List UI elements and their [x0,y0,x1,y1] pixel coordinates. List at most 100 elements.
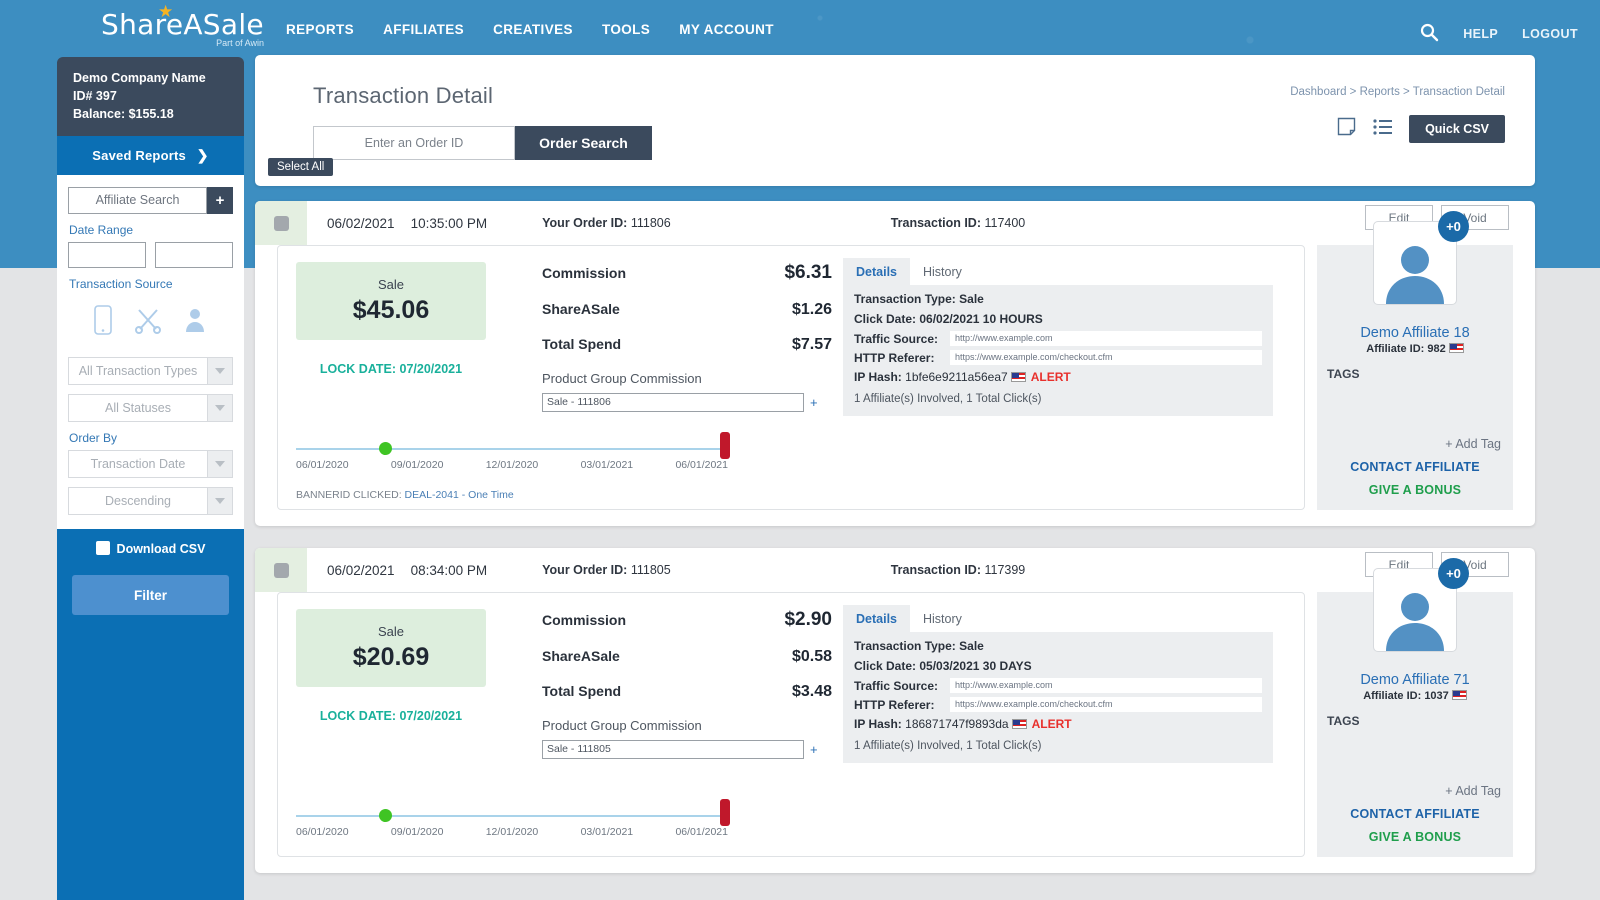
ip-hash-line: IP Hash: 186871747f9893da ALERT [843,714,1273,734]
nav-item-affiliates[interactable]: AFFILIATES [383,22,464,37]
timeline-labels: 06/01/2020 09/01/2020 12/01/2020 03/01/2… [296,826,728,838]
transaction-types-select[interactable]: All Transaction Types [68,357,233,386]
sharesale-label: ShareASale [542,301,620,317]
transaction-row: 06/02/2021 10:35:00 PM Your Order ID: 111… [255,201,1535,526]
banner-clicked-line: BANNERID CLICKED: DEAL-2041 - One Time [296,489,514,501]
transaction-type-text: Transaction Type: Sale [854,292,984,306]
lock-date: LOCK DATE: 07/20/2021 [319,709,463,723]
order-search-button[interactable]: Order Search [515,126,652,160]
tab-details[interactable]: Details [843,258,910,285]
date-range-row [68,242,233,269]
sharesale-value: $1.26 [791,301,832,318]
traffic-source-value[interactable]: http://www.example.com [950,678,1262,693]
transaction-select-cell[interactable] [255,201,307,245]
search-icon[interactable] [1419,22,1439,42]
add-affiliate-button[interactable]: + [207,187,233,215]
affiliate-name[interactable]: Demo Affiliate 71 [1317,672,1513,688]
product-group-label: Product Group Commission [542,371,702,386]
filter-panel: Affiliate Search + Date Range Transactio… [57,175,244,530]
contact-affiliate-link[interactable]: CONTACT AFFILIATE [1317,807,1513,821]
timeline-track[interactable] [296,432,731,459]
banner-clicked-link[interactable]: DEAL-2041 - One Time [405,489,514,501]
traffic-source-value[interactable]: http://www.example.com [950,331,1262,346]
note-icon[interactable] [1337,117,1356,141]
add-tag-link[interactable]: + Add Tag [1445,784,1501,798]
statuses-value: All Statuses [68,394,208,423]
tab-details[interactable]: Details [843,605,910,632]
scissors-icon[interactable] [134,306,162,339]
add-tag-link[interactable]: + Add Tag [1445,437,1501,451]
list-icon[interactable] [1373,118,1393,140]
timeline-tick: 09/01/2020 [390,826,444,838]
http-referer-value[interactable]: https://www.example.com/checkout.cfm [950,350,1262,365]
date-from-input[interactable] [68,242,146,269]
alert-badge: ALERT [1030,370,1071,384]
transaction-type-line: Transaction Type: Sale [843,285,1273,309]
affiliate-search-row: Affiliate Search + [68,187,233,215]
select-all-button[interactable]: Select All [268,158,334,176]
avatar-wrap: +0 [1373,558,1469,652]
person-icon[interactable] [184,306,208,339]
money-summary: Commission $2.90 ShareASale $0.58 Total … [542,609,832,759]
contact-affiliate-link[interactable]: CONTACT AFFILIATE [1317,460,1513,474]
give-bonus-link[interactable]: GIVE A BONUS [1317,483,1513,497]
product-group-add-icon[interactable]: + [810,395,818,410]
commission-value: $2.90 [784,609,832,630]
order-id-group: Your Order ID: 111805 [542,563,671,577]
date-to-input[interactable] [155,242,233,269]
nav-item-my-account[interactable]: MY ACCOUNT [679,22,774,37]
transaction-datetime: 06/02/2021 08:34:00 PM [327,563,487,578]
help-link[interactable]: HELP [1463,27,1498,41]
details-panel: Details History Transaction Type: Sale C… [843,605,1273,763]
left-sidebar: Demo Company Name ID# 397 Balance: $155.… [57,57,244,900]
sale-amount-box: Sale $20.69 [296,609,486,687]
timeline-click-marker[interactable] [378,809,392,822]
affiliate-name[interactable]: Demo Affiliate 18 [1317,325,1513,341]
breadcrumb[interactable]: Dashboard > Reports > Transaction Detail [1290,86,1505,98]
nav-item-creatives[interactable]: CREATIVES [493,22,573,37]
order-by-field-select[interactable]: Transaction Date [68,450,233,479]
transaction-checkbox[interactable] [273,215,289,231]
product-group-input[interactable]: Sale - 111806 [542,393,804,412]
product-group-input[interactable]: Sale - 111805 [542,740,804,759]
statuses-select[interactable]: All Statuses [68,394,233,423]
affiliate-badge[interactable]: +0 [1438,211,1469,242]
quick-csv-button[interactable]: Quick CSV [1409,115,1505,143]
order-by-direction-select[interactable]: Descending [68,487,233,516]
timeline-end-marker[interactable] [720,432,731,459]
nav-item-reports[interactable]: REPORTS [286,22,354,37]
saved-reports-button[interactable]: Saved Reports ❯ [57,136,244,176]
timeline-end-marker[interactable] [720,799,731,826]
affiliate-badge[interactable]: +0 [1438,558,1469,589]
affiliate-search-input[interactable]: Affiliate Search [68,187,207,215]
give-bonus-link[interactable]: GIVE A BONUS [1317,830,1513,844]
nav-item-tools[interactable]: TOOLS [602,22,650,37]
timeline-track[interactable] [296,799,731,826]
order-by-direction-value: Descending [68,487,208,516]
order-id-input[interactable] [313,126,515,160]
download-csv-checkbox-row[interactable]: Download CSV [57,540,244,558]
download-csv-label: Download CSV [116,542,206,557]
account-box: Demo Company Name ID# 397 Balance: $155.… [57,57,244,137]
sharesale-value: $0.58 [791,648,832,665]
http-referer-value[interactable]: https://www.example.com/checkout.cfm [950,697,1262,712]
tab-history[interactable]: History [910,605,975,632]
total-spend-value: $3.48 [791,683,832,700]
mobile-icon[interactable] [93,305,113,340]
logout-link[interactable]: LOGOUT [1522,27,1578,41]
transaction-checkbox[interactable] [273,562,289,578]
affiliate-id: Affiliate ID: 1037 [1317,690,1513,702]
tab-history[interactable]: History [910,258,975,285]
commission-value: $6.31 [784,262,832,283]
product-group-add-icon[interactable]: + [810,742,818,757]
filter-button[interactable]: Filter [72,575,229,616]
alert-badge: ALERT [1031,717,1072,731]
banner-clicked-label: BANNERID CLICKED: [296,489,402,501]
transaction-select-cell[interactable] [255,548,307,592]
timeline-click-marker[interactable] [378,442,392,455]
brand-logo[interactable]: ★ ShareASale Part of Awin [95,2,270,48]
chevron-down-icon [208,487,233,516]
traffic-source-label: Traffic Source: [854,678,939,693]
us-flag-icon [1448,343,1464,353]
download-csv-checkbox[interactable] [95,541,110,556]
